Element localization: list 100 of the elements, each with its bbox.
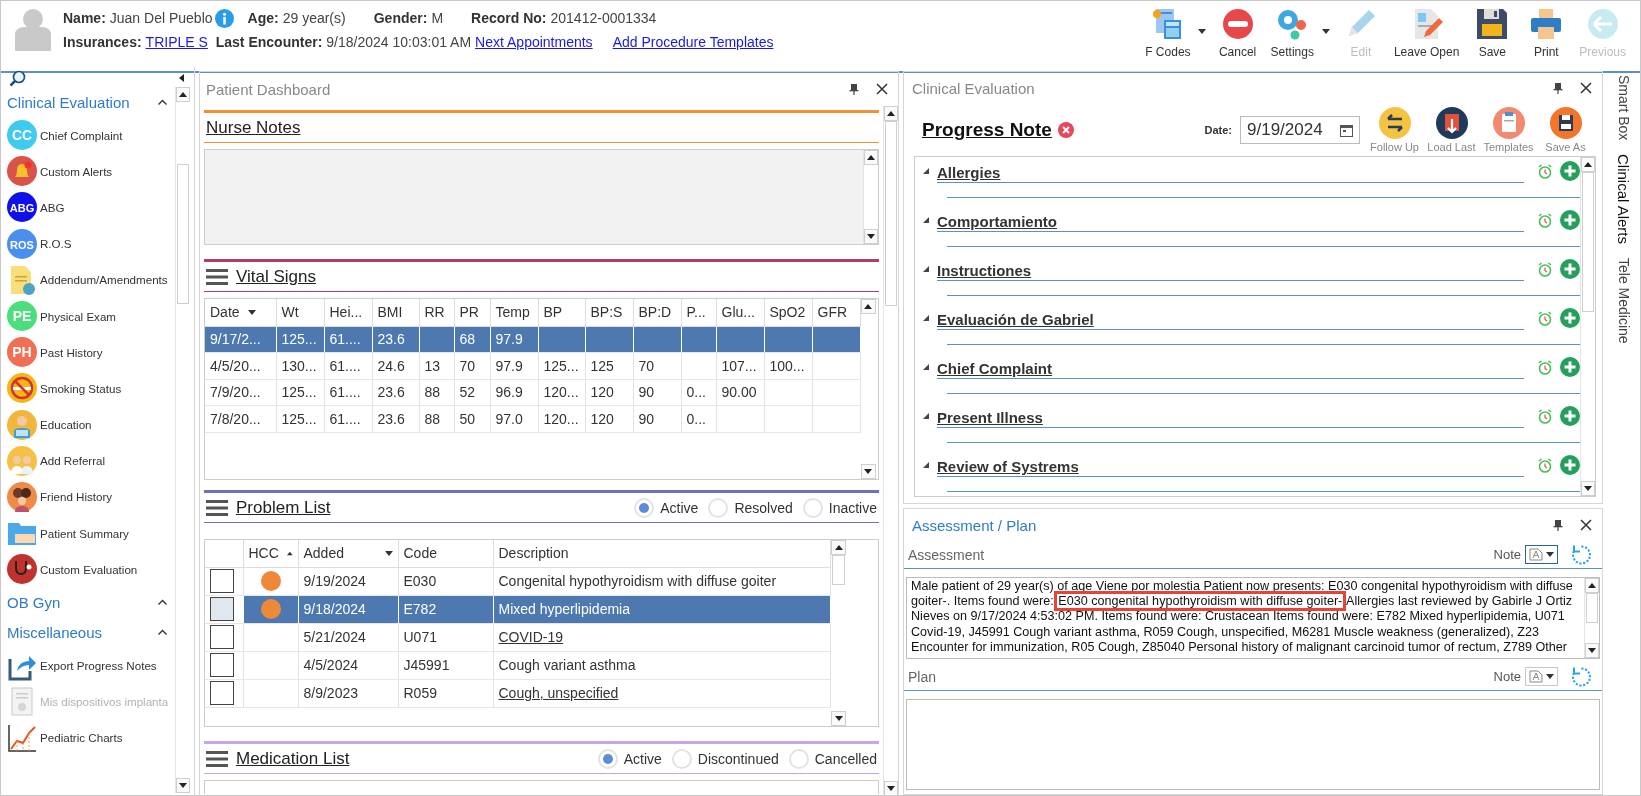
floppy-disk-icon[interactable] <box>1549 107 1582 139</box>
header-link[interactable]: Next Appointments <box>475 33 593 50</box>
collapse-caret-icon[interactable] <box>158 599 167 606</box>
sort-icon[interactable] <box>247 309 256 315</box>
column-header[interactable]: Wt <box>276 299 324 326</box>
radio-button[interactable] <box>671 748 692 769</box>
swap-arrows-icon[interactable] <box>1378 107 1411 139</box>
close-icon[interactable] <box>876 83 888 95</box>
add-icon[interactable] <box>1560 455 1580 475</box>
info-icon[interactable] <box>214 8 234 28</box>
section-title[interactable]: Nurse Notes <box>206 117 301 138</box>
menu-icon[interactable] <box>206 498 228 517</box>
radio-option[interactable]: Discontinued <box>671 748 779 769</box>
family-icon[interactable] <box>7 481 37 512</box>
section-title[interactable]: Instructiones <box>937 262 1524 281</box>
description-link[interactable]: Cough, unspecified <box>493 679 831 707</box>
radio-button[interactable] <box>597 748 618 769</box>
column-header[interactable]: BMI <box>372 299 419 326</box>
nav-item[interactable]: R.O.S <box>40 237 72 251</box>
collapse-arrow-icon[interactable] <box>179 74 184 82</box>
collapse-caret-icon[interactable] <box>158 99 167 105</box>
column-header[interactable]: Glu... <box>716 299 764 326</box>
section-title[interactable]: Problem List <box>236 497 331 518</box>
checkbox[interactable] <box>210 625 234 649</box>
stethoscope-icon[interactable] <box>7 554 37 585</box>
pin-icon[interactable] <box>1552 519 1564 531</box>
nav-item[interactable]: Education <box>40 418 92 432</box>
add-icon[interactable] <box>1560 161 1580 181</box>
radio-button[interactable] <box>802 497 823 518</box>
expander-icon[interactable] <box>923 364 929 370</box>
toolbar-button[interactable]: Leave Open <box>1387 5 1466 61</box>
date-field[interactable]: 9/19/2024 <box>1240 116 1360 144</box>
note-dropdown[interactable] <box>1525 545 1558 564</box>
dropdown-caret-icon[interactable] <box>1322 29 1331 34</box>
checkbox[interactable] <box>210 653 234 677</box>
section-title[interactable]: Evaluación de Gabriel <box>937 311 1524 330</box>
radio-option[interactable]: Cancelled <box>788 748 877 769</box>
expander-icon[interactable] <box>923 266 929 272</box>
menu-icon[interactable] <box>206 267 228 286</box>
search-icon[interactable] <box>9 69 26 87</box>
gears-icon[interactable] <box>1276 8 1309 40</box>
toolbar-button[interactable]: Save <box>1465 5 1520 61</box>
calendar-icon[interactable] <box>1340 123 1353 137</box>
section-title[interactable]: Comportamiento <box>937 213 1524 232</box>
section-title[interactable]: Chief Complaint <box>937 360 1524 379</box>
cancel-icon[interactable] <box>1221 8 1254 40</box>
refresh-icon[interactable] <box>1570 543 1592 566</box>
action-button[interactable]: Templates <box>1480 107 1537 153</box>
add-icon[interactable] <box>1560 357 1580 377</box>
remove-icon[interactable] <box>1057 122 1074 138</box>
side-tab[interactable]: Clinical Alerts <box>1615 154 1632 245</box>
column-header[interactable]: Code <box>398 540 493 567</box>
side-tab[interactable]: Smart Box <box>1615 75 1632 141</box>
dropdown-caret-icon[interactable] <box>1197 29 1206 34</box>
column-header[interactable]: SpO2 <box>764 299 812 326</box>
close-icon[interactable] <box>1580 82 1592 94</box>
clipboard-icon[interactable] <box>1492 107 1525 139</box>
menu-icon[interactable] <box>206 749 228 768</box>
column-header[interactable]: Hei... <box>324 299 372 326</box>
expander-icon[interactable] <box>923 217 929 223</box>
nav-item[interactable]: Addendum/Amendments <box>40 273 168 287</box>
nav-item[interactable]: Add Referral <box>40 454 106 468</box>
column-header[interactable]: BP <box>538 299 585 326</box>
radio-option[interactable]: Active <box>634 497 699 518</box>
checkbox[interactable] <box>210 681 234 705</box>
section-title[interactable]: Allergies <box>937 164 1524 183</box>
expander-icon[interactable] <box>923 168 929 174</box>
action-button[interactable]: Load Last <box>1423 107 1480 153</box>
section-title[interactable]: Review of Systrems <box>937 458 1524 477</box>
section-title[interactable]: Medication List <box>236 748 350 769</box>
radio-option[interactable]: Inactive <box>802 497 877 518</box>
checkbox[interactable] <box>210 597 234 621</box>
toolbar-button[interactable]: Print <box>1519 5 1574 61</box>
nav-item[interactable]: Pediatric Charts <box>40 731 123 745</box>
toolbar-button[interactable]: Settings <box>1264 5 1320 61</box>
radio-button[interactable] <box>708 497 729 518</box>
bell-icon[interactable] <box>7 156 37 187</box>
add-icon[interactable] <box>1560 406 1580 426</box>
column-header[interactable]: Added <box>298 540 398 567</box>
collapse-caret-icon[interactable] <box>158 629 167 636</box>
description-link[interactable]: COVID-19 <box>493 623 831 651</box>
radio-button[interactable] <box>788 748 809 769</box>
no-smoking-icon[interactable] <box>7 373 37 404</box>
person-reading-icon[interactable] <box>7 409 37 440</box>
column-header[interactable]: Date <box>205 299 276 326</box>
column-header[interactable]: P... <box>681 299 716 326</box>
column-header[interactable]: Temp <box>490 299 538 326</box>
column-header[interactable]: PR <box>454 299 490 326</box>
refresh-icon[interactable] <box>1570 665 1592 688</box>
header-link[interactable]: Add Procedure Templates <box>612 33 774 50</box>
pin-icon[interactable] <box>1552 82 1564 94</box>
pin-icon[interactable] <box>848 83 860 95</box>
toolbar-button[interactable]: F Codes <box>1139 5 1197 61</box>
column-header[interactable]: GFR <box>812 299 860 326</box>
section-title[interactable]: Clinical Evaluation <box>7 93 130 111</box>
expander-icon[interactable] <box>923 413 929 419</box>
add-icon[interactable] <box>1560 308 1580 328</box>
plan-field[interactable] <box>906 699 1600 790</box>
toolbar-button[interactable]: Cancel <box>1210 5 1265 61</box>
sort-icon[interactable] <box>384 550 393 556</box>
